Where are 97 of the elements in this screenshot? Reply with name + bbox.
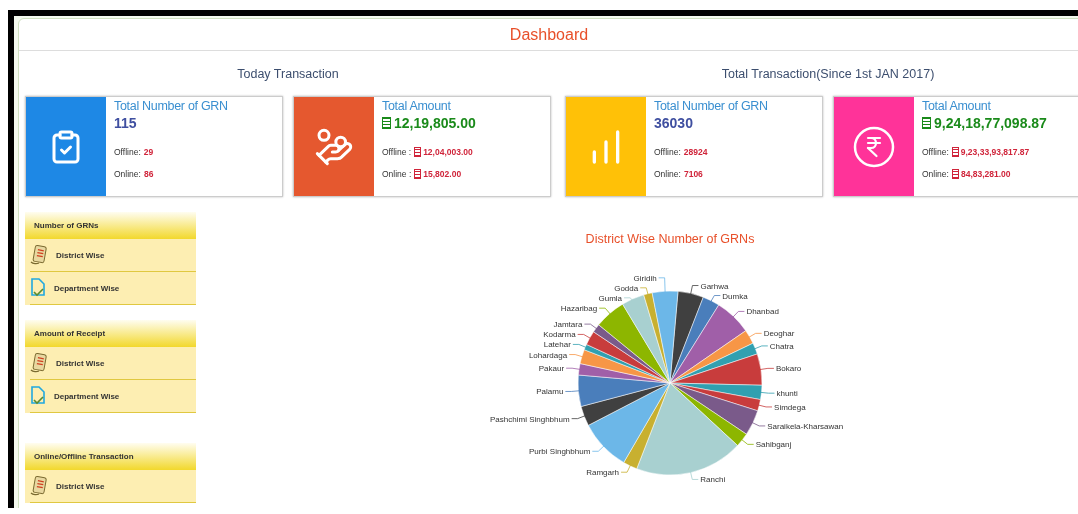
row-value: 12,04,003.00 [423,147,473,157]
row-value: 29 [143,147,154,157]
chart-label: Saraikela-Kharsawan [767,421,844,431]
leader-line [658,277,666,295]
row-label: Offline: [922,147,949,157]
card-value: 115 [114,115,137,131]
leader-line [584,323,599,331]
chart-label: Sahibganj [755,440,792,450]
leader-line [752,345,769,351]
chart-label: Chatra [769,341,794,351]
scroll-list-icon [30,476,48,496]
card-value: 36030 [654,115,693,131]
scroll-list-icon [30,245,48,265]
leader-line [571,414,588,420]
row-label: Offline: [114,147,141,157]
leader-line [591,444,606,452]
row-value: 15,802.00 [423,169,462,179]
chart-label: Purbi Singhbhum [528,447,591,457]
leader-line [568,354,586,358]
menu-item[interactable]: District Wise [30,470,196,503]
row-value: 84,83,281.00 [960,169,1011,179]
rupee-icon [853,125,895,168]
chart-label: Lohardaga [528,350,568,360]
card-title: Total Number of GRN [114,99,228,113]
row-label: Online : [382,169,412,179]
leader-line [755,404,773,408]
menu-item[interactable]: District Wise [30,347,196,380]
chart-label: Dhanbad [746,307,779,317]
chart-label: Giridih [633,273,657,283]
menu-heading: Online/Offline Transaction [25,443,196,470]
chart-label: Ranchi [700,475,726,485]
menu-item[interactable]: District Wise [30,239,196,272]
chart-title: District Wise Number of GRNs [585,232,755,246]
hand-coin-icon [314,126,354,167]
card-value: 12,19,805.00 [394,115,476,131]
row-label: Online: [654,169,681,179]
row-value: 7106 [683,169,703,179]
leader-line [758,391,775,394]
row-label: Offline : [382,147,412,157]
leader-line [689,469,699,480]
chart-label: Kodarma [543,330,576,340]
leader-line [749,421,766,427]
chart-label: Ramgarh [586,468,620,478]
menu-heading: Amount of Receipt [25,320,196,347]
scroll-list-icon [30,353,48,373]
chart-label: Latehar [543,340,571,350]
chart-label: Deoghar [763,329,795,339]
leader-line [757,367,775,371]
chart-label: Bokaro [775,364,802,374]
card-title: Total Amount [382,99,452,113]
page-title: Dashboard [509,25,589,44]
chart-label: Palamu [536,387,564,397]
leader-line [731,311,745,320]
currency-icon [951,147,959,157]
row-label: Online: [114,169,141,179]
document-check-icon [30,278,46,298]
document-check-icon [30,386,46,406]
currency-icon [382,116,391,130]
chart-label: Hazaribag [560,304,598,314]
currency-icon [951,169,959,179]
section-title: Total Transaction(Since 1st JAN 2017) [721,67,935,83]
leader-line [623,297,635,302]
row-value: 28924 [683,147,708,157]
card-title: Total Amount [922,99,992,113]
row-value: 86 [143,169,154,179]
leader-line [709,295,721,304]
row-label: Online: [922,169,949,179]
leader-line [564,390,582,392]
leader-line [572,344,589,349]
card-title: Total Number of GRN [654,99,768,113]
currency-icon [414,169,422,179]
chart-label: Pakaur [538,364,565,374]
leader-line [598,307,613,317]
chart-label: Garhwa [700,281,729,291]
section-title: Today Transaction [237,67,339,83]
leader-line [577,334,593,340]
chart-label: Dumka [722,291,748,301]
leader-line [689,285,699,297]
row-label: Offline: [654,147,681,157]
chart-label: Godda [614,283,639,293]
leader-line [620,462,632,473]
menu-heading: Number of GRNs [25,212,196,239]
leader-line [739,437,755,445]
chart-label: Gumla [598,293,623,303]
leader-line [639,287,649,297]
chart-label: khunti [776,389,798,399]
menu-item[interactable]: Department Wise [30,272,196,305]
menu-item[interactable]: Department Wise [30,380,196,413]
currency-icon [414,147,422,157]
currency-icon [922,116,931,130]
leader-line [565,367,583,371]
chart-label: Jamtara [553,320,583,330]
card-value: 9,24,18,77,098.87 [934,115,1047,131]
leader-line [746,332,763,339]
chart-label: Pashchimi Singhbhum [490,414,570,424]
row-value: 9,23,33,93,817.87 [960,147,1030,157]
chart-label: Simdega [774,402,806,412]
